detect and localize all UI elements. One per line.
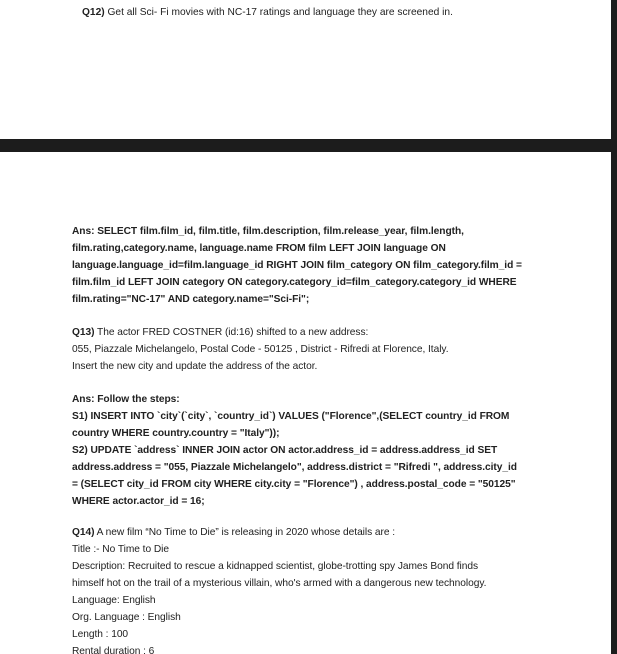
document-page-bottom: Ans: SELECT film.film_id, film.title, fi… [0,152,611,654]
answer-13-line-5: address.address = "055, Piazzale Michela… [72,462,517,473]
question-14: Q14) A new film “No Time to Die” is rele… [72,524,395,541]
page-gap [0,139,617,152]
question-13-instruction: Insert the new city and update the addre… [72,361,318,372]
question-14-language: Language: English [72,595,156,606]
answer-13-line-6: = (SELECT city_id FROM city WHERE city.c… [72,479,516,490]
answer-13-line-4: S2) UPDATE `address` INNER JOIN actor ON… [72,445,498,456]
answer-12-line-5: film.rating="NC-17" AND category.name="S… [72,294,310,305]
question-13-number: Q13) [72,327,95,338]
question-14-description-2: himself hot on the trail of a mysterious… [72,578,487,589]
answer-13-line-3: country WHERE country.country = "Italy")… [72,428,280,439]
answer-13-line-1: Ans: Follow the steps: [72,394,180,405]
question-14-org-language: Org. Language : English [72,612,181,623]
question-13-address: 055, Piazzale Michelangelo, Postal Code … [72,344,449,355]
question-14-number: Q14) [72,527,95,538]
question-14-rental-duration: Rental duration : 6 [72,646,155,654]
answer-12-line-2: film.rating,category.name, language.name… [72,243,446,254]
question-14-description-1: Description: Recruited to rescue a kidna… [72,561,478,572]
answer-12-line-3: language.language_id=film.language_id RI… [72,260,522,271]
question-13-text: The actor FRED COSTNER (id:16) shifted t… [94,327,369,338]
question-12-number: Q12) [82,7,105,18]
question-14-length: Length : 100 [72,629,129,640]
answer-13-line-2: S1) INSERT INTO `city`(`city`, `country_… [72,411,510,422]
right-border [611,0,617,654]
answer-12-line-4: film.film_id LEFT JOIN category ON categ… [72,277,517,288]
question-12: Q12) Get all Sci- Fi movies with NC-17 r… [82,4,453,21]
answer-13-line-7: WHERE actor.actor_id = 16; [72,496,205,507]
question-12-text: Get all Sci- Fi movies with NC-17 rating… [104,7,453,18]
question-13: Q13) The actor FRED COSTNER (id:16) shif… [72,324,368,341]
question-14-title: Title :- No Time to Die [72,544,169,555]
answer-12-line-1: Ans: SELECT film.film_id, film.title, fi… [72,226,464,237]
question-14-text: A new film “No Time to Die” is releasing… [94,527,396,538]
document-page-top: Q12) Get all Sci- Fi movies with NC-17 r… [0,0,611,139]
